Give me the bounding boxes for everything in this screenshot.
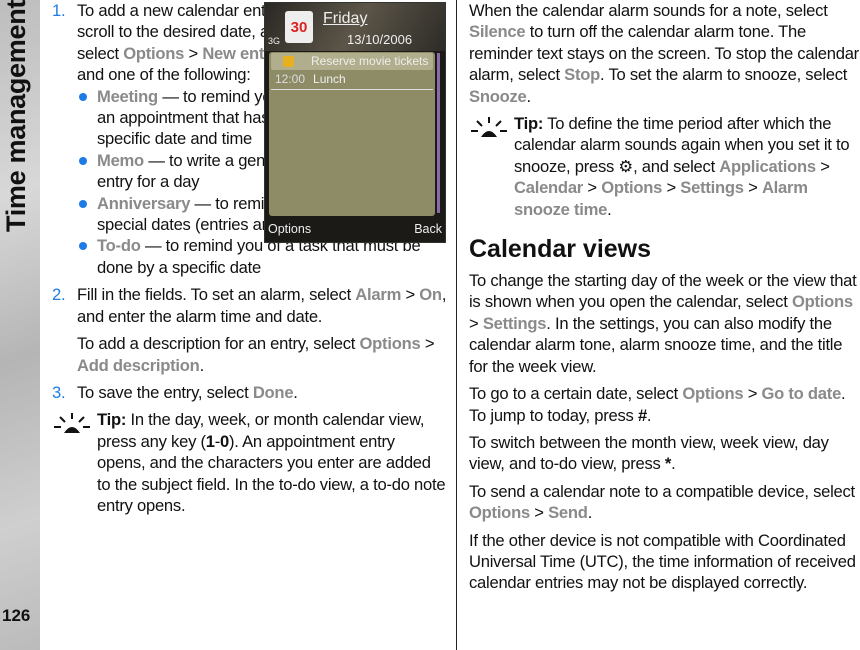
step-item: 1. To add a new calendar entry, scroll to… [52, 0, 292, 86]
ui-term: Go to date [761, 384, 842, 404]
ui-term: Settings [680, 178, 744, 198]
ui-term: Options [791, 292, 853, 312]
ui-term: Meeting [97, 86, 158, 106]
phone-day: Friday [323, 10, 368, 27]
ui-term: Applications [719, 156, 816, 176]
step-number: 2. [52, 285, 66, 305]
memo-icon [283, 56, 294, 67]
phone-screenshot: 30 3G Friday 13/10/2006 Reserve movie ti… [264, 2, 446, 243]
entry-title: Reserve movie tickets [311, 54, 429, 68]
text-run: To go to a certain date, select [469, 384, 683, 404]
step-number: 1. [52, 1, 66, 20]
scrollbar [437, 53, 440, 213]
tip-icon [52, 411, 92, 441]
paragraph: To change the starting day of the week o… [469, 270, 860, 377]
bold-text: 1 [205, 431, 215, 451]
softkey-back: Back [414, 222, 442, 236]
phone-date: 13/10/2006 [347, 32, 413, 47]
text-run: . [607, 199, 612, 219]
ui-term: Options [123, 43, 185, 63]
ui-term: Options [682, 384, 744, 404]
text-run: To add a description for an entry, selec… [77, 334, 360, 354]
bold-text: Tip: [514, 114, 544, 134]
ui-term: Stop [564, 65, 601, 85]
text-run: . [646, 405, 652, 425]
text-run: If the other device is not compatible wi… [469, 530, 856, 593]
ui-term: To-do [97, 236, 141, 256]
ui-term: Anniversary [97, 193, 191, 213]
paragraph: To go to a certain date, select Options … [469, 383, 860, 426]
tip-paragraph: Tip: In the day, week, or month calendar… [52, 409, 447, 516]
ui-term: Silence [469, 22, 526, 42]
paragraph: To switch between the month view, week v… [469, 432, 860, 475]
ui-term: Send [548, 503, 588, 523]
text-run: . [587, 503, 593, 523]
entry-list: Reserve movie tickets 12:00 Lunch [269, 52, 435, 216]
ui-term: Add description [77, 355, 200, 375]
ui-term: Options [469, 503, 530, 523]
text-run: Fill in the fields. To set an alarm, sel… [77, 285, 356, 305]
step-number: 3. [52, 382, 66, 402]
step-item: 3. To save the entry, select Done. [52, 382, 447, 403]
text-run: > [529, 503, 549, 523]
ui-term: Calendar [514, 178, 584, 198]
ui-term: On [419, 285, 442, 305]
column-divider [456, 0, 457, 650]
bold-text: # [637, 405, 647, 425]
entry-title: Lunch [313, 72, 346, 86]
text-run: and one of the following: [77, 65, 251, 85]
ui-term: Settings [482, 313, 547, 333]
step-item: To add a description for an entry, selec… [52, 333, 447, 376]
text-run: > [420, 334, 435, 354]
menu-key-icon: ⚙ [618, 156, 634, 176]
text-run: , and select [633, 156, 720, 176]
section-title: Time management [1, 0, 31, 232]
text-run: . [293, 382, 298, 402]
text-run: . [671, 454, 676, 474]
ui-term: Options [359, 334, 421, 354]
section-heading: Calendar views [469, 234, 860, 264]
text-run: > [469, 313, 483, 333]
text-run: To send a calendar note to a compatible … [469, 481, 855, 501]
bold-text: 0 [220, 431, 230, 451]
tip-paragraph: Tip: To define the time period after whi… [469, 113, 860, 220]
calendar-icon: 30 [285, 11, 313, 43]
text-run: When the calendar alarm sounds for a not… [469, 1, 828, 20]
text-run: > [743, 178, 762, 198]
text-run: > [662, 178, 681, 198]
step-item: 2. Fill in the fields. To set an alarm, s… [52, 284, 447, 327]
text-run: > [743, 384, 762, 404]
ui-term: Memo [97, 150, 144, 170]
text-run: . [526, 86, 532, 106]
softkey-options: Options [268, 222, 312, 236]
ui-term: Snooze [469, 86, 527, 106]
text-run: To save the entry, select [77, 382, 253, 402]
text-run: To switch between the month view, week v… [469, 432, 829, 474]
right-column: When the calendar alarm sounds for a not… [469, 0, 860, 594]
paragraph: To send a calendar note to a compatible … [469, 481, 860, 524]
page-number: 126 [2, 606, 31, 625]
text-run: Calendar views [469, 235, 652, 264]
sidebar: Time management 126 [0, 0, 40, 650]
bold-text: Tip: [97, 410, 127, 430]
text-run: > [815, 156, 830, 176]
tip-icon [469, 115, 509, 145]
entry-meeting: 12:00 Lunch [275, 72, 346, 86]
ui-term: Options [601, 178, 663, 198]
ui-term: Done [252, 382, 294, 402]
text-run: > [184, 43, 203, 63]
text-run: . To set the alarm to snooze, select [600, 65, 848, 85]
paragraph: If the other device is not compatible wi… [469, 530, 860, 594]
text-run: > [583, 178, 602, 198]
text-run: > [401, 285, 420, 305]
entry-memo: Reserve movie tickets [271, 53, 433, 70]
entry-time: 12:00 [275, 72, 306, 86]
ui-term: Alarm [355, 285, 402, 305]
separator [271, 89, 433, 90]
text-run: . [199, 355, 205, 375]
network-indicator: 3G [268, 36, 281, 46]
paragraph: When the calendar alarm sounds for a not… [469, 0, 860, 107]
